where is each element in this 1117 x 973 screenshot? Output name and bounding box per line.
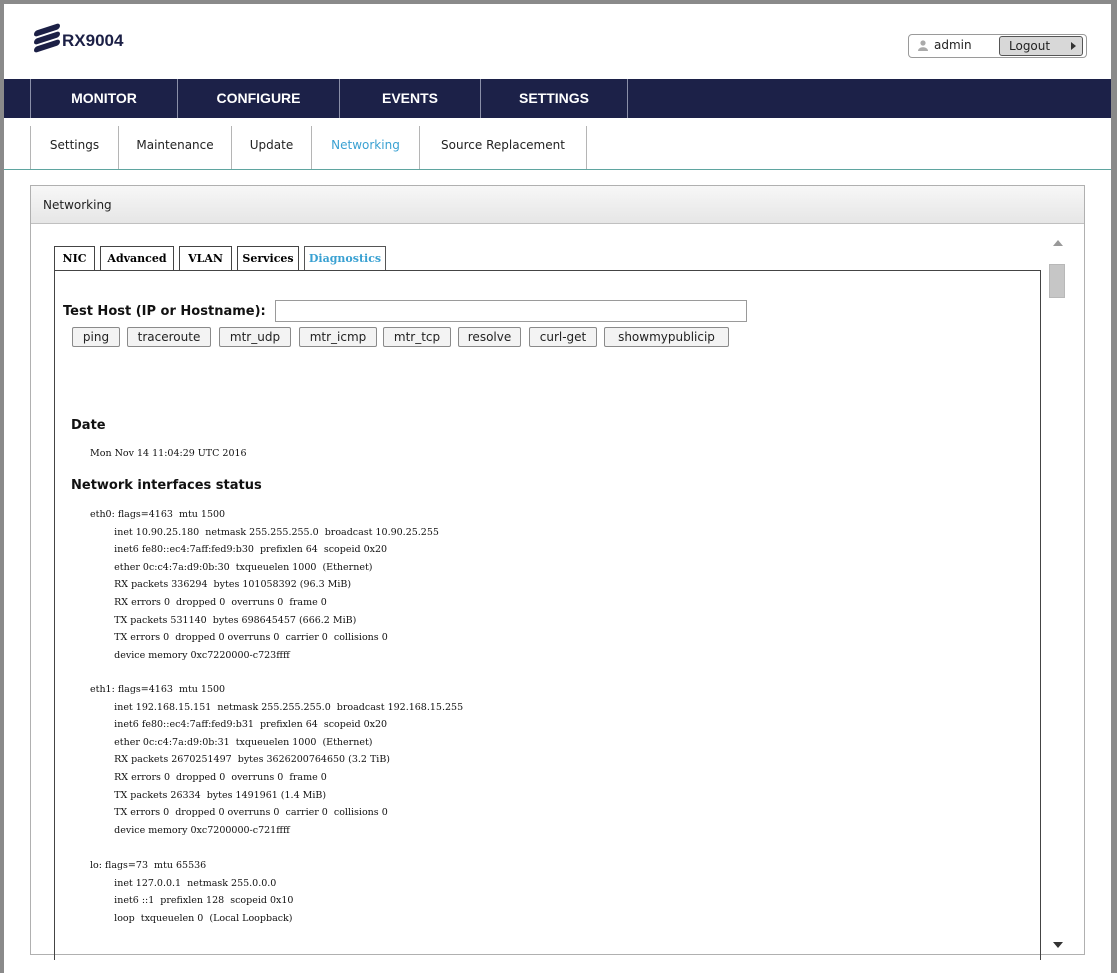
eth1-output: eth1: flags=4163 mtu 1500 inet 192.168.1… (90, 684, 464, 836)
subnav-networking[interactable]: Networking (312, 126, 420, 169)
subnav-source-replacement[interactable]: Source Replacement (420, 126, 587, 169)
arrow-right-icon (1071, 42, 1076, 50)
tab-advanced[interactable]: Advanced (100, 246, 174, 271)
logout-button[interactable]: Logout (999, 36, 1083, 56)
logout-label: Logout (1009, 39, 1051, 53)
subnav-settings[interactable]: Settings (30, 126, 119, 169)
panel-header: Networking (31, 186, 1084, 224)
tab-diagnostics[interactable]: Diagnostics (304, 246, 386, 271)
app-header: RX9004 admin Logout (4, 4, 1111, 79)
tab-services[interactable]: Services (237, 246, 299, 271)
network-status-heading: Network interfaces status (71, 478, 262, 493)
user-box: admin Logout (908, 34, 1087, 58)
tab-vlan[interactable]: VLAN (179, 246, 232, 271)
scroll-down-icon[interactable] (1053, 942, 1063, 948)
eth0-output: eth0: flags=4163 mtu 1500 inet 10.90.25.… (90, 509, 439, 661)
showmypublicip-button[interactable]: showmypublicip (604, 327, 729, 347)
scroll-up-icon[interactable] (1053, 240, 1063, 246)
nav-configure[interactable]: CONFIGURE (178, 79, 340, 118)
mtr-udp-button[interactable]: mtr_udp (219, 327, 291, 347)
main-nav: MONITOR CONFIGURE EVENTS SETTINGS (4, 79, 1111, 118)
lo-output: lo: flags=73 mtu 65536 inet 127.0.0.1 ne… (90, 860, 294, 924)
nav-events[interactable]: EVENTS (340, 79, 481, 118)
subnav-update[interactable]: Update (232, 126, 312, 169)
logo: RX9004 (34, 22, 124, 54)
tab-nic[interactable]: NIC (54, 246, 95, 271)
test-host-label: Test Host (IP or Hostname): (63, 304, 266, 319)
subnav-maintenance[interactable]: Maintenance (119, 126, 232, 169)
logo-icon (34, 22, 60, 54)
traceroute-button[interactable]: traceroute (127, 327, 211, 347)
date-heading: Date (71, 418, 106, 433)
ping-button[interactable]: ping (72, 327, 120, 347)
nav-settings[interactable]: SETTINGS (481, 79, 628, 118)
nav-monitor[interactable]: MONITOR (30, 79, 178, 118)
test-host-input[interactable] (275, 300, 747, 322)
user-icon (918, 40, 928, 51)
curl-get-button[interactable]: curl-get (529, 327, 597, 347)
username: admin (934, 38, 972, 52)
mtr-icmp-button[interactable]: mtr_icmp (299, 327, 377, 347)
resolve-button[interactable]: resolve (458, 327, 521, 347)
scroll-thumb[interactable] (1049, 264, 1065, 298)
product-name: RX9004 (62, 31, 124, 50)
mtr-tcp-button[interactable]: mtr_tcp (383, 327, 451, 347)
date-value: Mon Nov 14 11:04:29 UTC 2016 (90, 448, 247, 459)
scrollbar[interactable] (1048, 236, 1066, 954)
sub-nav: Settings Maintenance Update Networking S… (4, 118, 1111, 170)
panel-title: Networking (43, 198, 112, 212)
